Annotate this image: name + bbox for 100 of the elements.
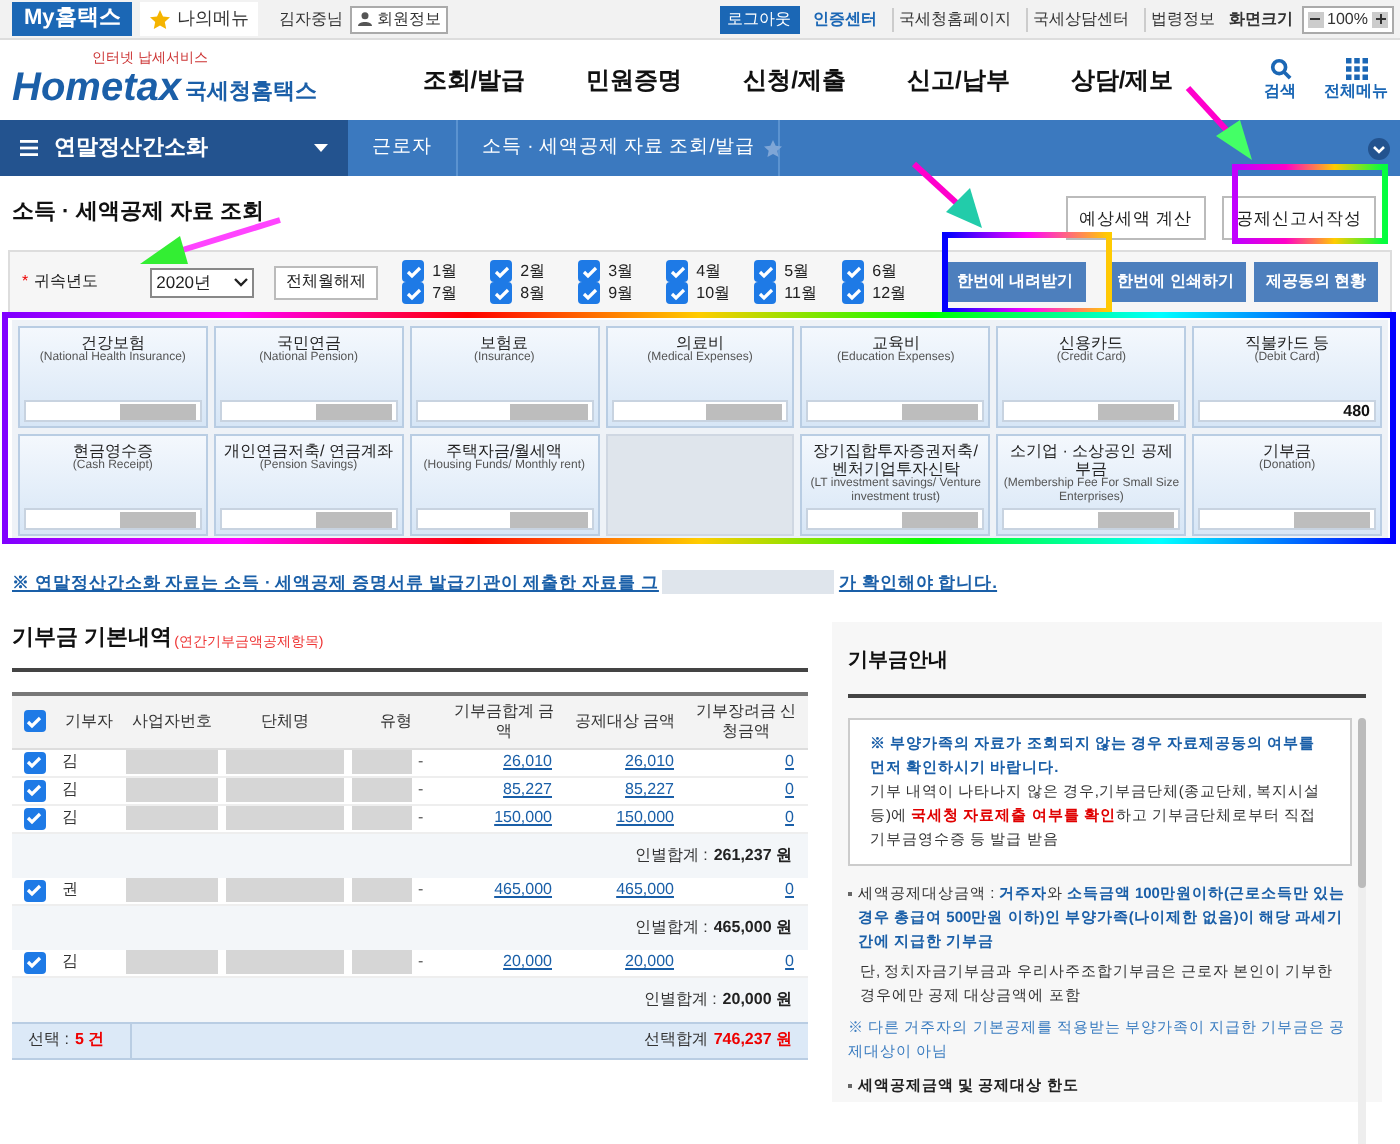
checkbox[interactable] (23, 807, 45, 829)
blurred-area (226, 950, 344, 974)
checkbox[interactable] (842, 260, 865, 282)
checkbox[interactable] (23, 879, 45, 901)
column-header: 기부금합계 금액 (451, 701, 557, 741)
amount-link[interactable]: 0 (686, 806, 806, 830)
main-menu-item[interactable]: 상담/제보 (1070, 62, 1174, 98)
amount-link[interactable]: 0 (686, 750, 806, 774)
breadcrumb-item[interactable]: 근로자 (348, 120, 458, 176)
toolbar-button[interactable]: 한번에 내려받기 (944, 262, 1086, 302)
month-label: 4월 (696, 261, 724, 281)
section-dropdown[interactable]: 연말정산간소화 (0, 120, 348, 176)
caret-icon (314, 144, 328, 152)
search-icon[interactable] (1269, 57, 1291, 79)
amount-link[interactable]: 20,000 (564, 950, 686, 974)
amount-link[interactable]: 85,227 (444, 778, 564, 802)
checkbox[interactable] (578, 282, 601, 304)
minus-icon[interactable] (1307, 11, 1324, 27)
checkbox[interactable] (490, 282, 513, 304)
checkbox[interactable] (754, 282, 777, 304)
blurred-area (902, 403, 979, 419)
top-link[interactable]: 법령정보 (1143, 7, 1222, 31)
top-link[interactable]: 인증센터 (807, 7, 884, 31)
amount-link[interactable]: 0 (686, 878, 806, 902)
checkbox[interactable] (666, 282, 689, 304)
action-button[interactable]: 공제신고서작성 (1222, 196, 1376, 240)
checkbox[interactable] (666, 260, 689, 282)
amount-link[interactable]: 85,227 (564, 778, 686, 802)
blurred-area (226, 878, 344, 902)
checkbox[interactable] (842, 282, 865, 304)
grid-menu-icon[interactable] (1345, 57, 1367, 79)
card-title: 교육비 (871, 334, 920, 352)
card-title: 기부금 (1263, 442, 1312, 460)
main-menu-item[interactable]: 민원증명 (586, 62, 683, 98)
all-menu-label[interactable]: 전체메뉴 (1324, 79, 1388, 103)
blurred-area (119, 403, 196, 419)
checkbox[interactable] (23, 779, 45, 801)
zoom-control[interactable]: 100% (1301, 5, 1394, 33)
checkbox[interactable] (23, 751, 45, 773)
amount-link[interactable]: 465,000 (564, 878, 686, 902)
month-label: 12월 (872, 283, 909, 303)
top-link[interactable]: 국세상담센터 (1025, 7, 1136, 31)
checkbox[interactable] (23, 710, 45, 732)
my-menu-tab[interactable]: 나의메뉴 (140, 2, 259, 36)
selected-sum: 746,237 원 (713, 1028, 792, 1052)
month-label: 7월 (432, 283, 460, 303)
table-cell: - (418, 750, 424, 774)
member-info-button[interactable]: 회원정보 (350, 5, 449, 33)
amount-link[interactable]: 465,000 (444, 878, 564, 902)
pointer-arrow (1184, 84, 1256, 164)
blurred-area (510, 403, 588, 419)
chevron-down-icon[interactable] (1368, 137, 1390, 159)
scrollbar[interactable] (1358, 718, 1366, 1144)
selected-count: 5 건 (74, 1028, 105, 1052)
table-cell-text: 김 (60, 750, 80, 774)
user-name: 김자중님 (278, 7, 343, 31)
search-label[interactable]: 검색 (1264, 79, 1296, 103)
blurred-area (902, 511, 979, 527)
checkbox[interactable] (754, 260, 777, 282)
amount-link[interactable]: 26,010 (444, 750, 564, 774)
column-header: 기부자 (63, 711, 115, 731)
star-icon[interactable] (764, 139, 783, 157)
checkbox[interactable] (23, 951, 45, 973)
my-hometax-tab[interactable]: My홈택스 (12, 2, 133, 36)
blurred-area (352, 878, 412, 902)
amount-link[interactable]: 26,010 (564, 750, 686, 774)
subtotal-label: 인별합계 : (634, 843, 708, 867)
toggle-months-button[interactable]: 전체월해제 (274, 265, 379, 299)
main-menu-item[interactable]: 신고/납부 (906, 62, 1010, 98)
column-header: 단체명 (259, 711, 311, 731)
blurred-area (352, 950, 412, 974)
amount-link[interactable]: 150,000 (444, 806, 564, 830)
checkbox[interactable] (490, 260, 513, 282)
amount-link[interactable]: 150,000 (564, 806, 686, 830)
blurred-area (126, 878, 218, 902)
checkbox[interactable] (402, 282, 425, 304)
table-cell-text: 김 (60, 778, 80, 802)
checkbox[interactable] (578, 260, 601, 282)
main-menu-item[interactable]: 조회/발급 (422, 62, 526, 98)
toolbar-button[interactable]: 제공동의 현황 (1253, 262, 1378, 302)
plus-icon[interactable] (1372, 11, 1388, 27)
amount-link[interactable]: 0 (686, 778, 806, 802)
amount-link[interactable]: 20,000 (444, 950, 564, 974)
checkbox[interactable] (402, 260, 425, 282)
action-button[interactable]: 예상세액 계산 (1065, 196, 1206, 240)
notice-link[interactable]: 가 확인해야 합니다. (838, 569, 998, 595)
notice-link[interactable]: ※ 연말정산간소화 자료는 소득 · 세액공제 증명서류 발급기관이 제출한 자료를 그 (12, 569, 659, 595)
logo: Hometax (12, 68, 181, 108)
amount-link[interactable]: 0 (686, 950, 806, 974)
card-title: 신용카드 (1059, 334, 1124, 352)
column-header: 기부장려금 신청금액 (693, 701, 799, 741)
month-label: 5월 (784, 261, 812, 281)
blurred-area (352, 806, 412, 830)
top-link[interactable]: 국세청홈페이지 (891, 7, 1018, 31)
month-label: 1월 (432, 261, 460, 281)
logout-button[interactable]: 로그아웃 (719, 5, 800, 33)
main-menu-item[interactable]: 신청/제출 (743, 62, 846, 98)
year-select[interactable]: 2020년 (150, 267, 255, 297)
person-icon (358, 12, 373, 26)
card-title: 건강보험 (80, 334, 145, 352)
